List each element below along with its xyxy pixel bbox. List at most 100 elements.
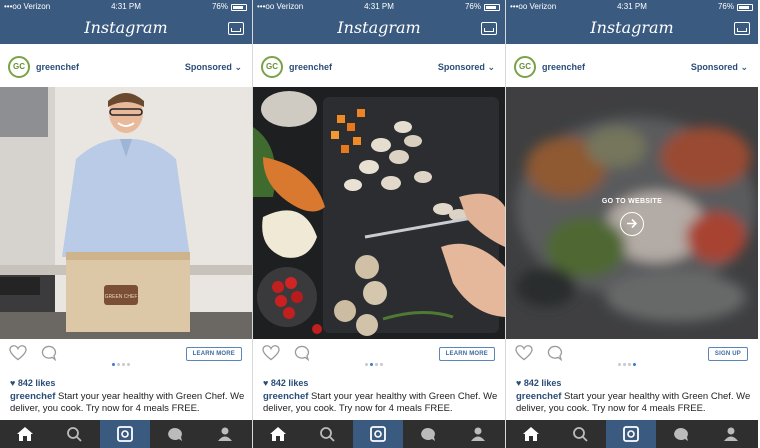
tab-search[interactable]	[303, 420, 353, 448]
search-icon	[320, 427, 335, 442]
post-caption: greenchef Start your year healthy with G…	[516, 391, 752, 415]
sponsored-dropdown[interactable]: Sponsored ⌄	[691, 62, 748, 73]
battery-percent: 76%	[464, 2, 481, 11]
post-actions: LEARN MORE	[253, 342, 505, 366]
status-bar: •••oo Verizon 4:31 PM 76%	[0, 0, 252, 14]
battery-icon	[484, 4, 500, 11]
tab-activity[interactable]	[403, 420, 453, 448]
app-title: Instagram	[84, 18, 168, 37]
sponsored-label: Sponsored	[437, 62, 485, 72]
heart-icon[interactable]	[262, 345, 280, 361]
nav-bar: Instagram	[253, 14, 505, 44]
camera-icon	[370, 426, 386, 442]
sponsored-label: Sponsored	[690, 62, 738, 72]
profile-icon	[471, 427, 485, 441]
tab-profile[interactable]	[706, 420, 756, 448]
tab-camera[interactable]	[353, 420, 403, 448]
sign-up-button[interactable]: SIGN UP	[707, 347, 748, 361]
profile-icon	[724, 427, 738, 441]
chevron-down-icon: ⌄	[740, 62, 748, 72]
activity-icon	[421, 428, 435, 441]
status-bar: •••oo Verizon 4:31 PM 76%	[506, 0, 758, 14]
tab-camera[interactable]	[100, 420, 150, 448]
like-count: ♥ 842 likes	[10, 378, 55, 388]
heart-icon[interactable]	[9, 345, 27, 361]
likes-text: 842 likes	[523, 378, 562, 388]
heart-small-icon: ♥	[263, 378, 269, 388]
inbox-icon[interactable]	[481, 22, 497, 35]
avatar[interactable]: GC	[514, 56, 536, 78]
comment-icon[interactable]	[293, 345, 310, 361]
post-header: GC greenchef Sponsored ⌄	[0, 54, 252, 82]
nav-bar: Instagram	[506, 14, 758, 44]
sponsored-dropdown[interactable]: Sponsored ⌄	[185, 62, 242, 73]
inbox-icon[interactable]	[734, 22, 750, 35]
post-username[interactable]: greenchef	[36, 62, 79, 72]
heart-icon[interactable]	[515, 345, 533, 361]
profile-icon	[218, 427, 232, 441]
go-to-website-label: GO TO WEBSITE	[601, 198, 663, 205]
arrow-right-icon[interactable]	[620, 212, 644, 236]
tab-activity[interactable]	[150, 420, 200, 448]
post-actions: LEARN MORE	[0, 342, 252, 366]
tab-home[interactable]	[253, 420, 303, 448]
home-icon	[17, 427, 33, 441]
activity-icon	[168, 428, 182, 441]
nav-bar: Instagram	[0, 14, 252, 44]
post-photo[interactable]: GO TO WEBSITE	[506, 87, 758, 339]
carousel-dots	[618, 353, 638, 371]
box-label: GREEN CHEF	[105, 294, 138, 300]
cutting-board-photo	[253, 87, 505, 339]
tab-profile[interactable]	[453, 420, 503, 448]
tab-bar	[253, 420, 505, 448]
status-bar: •••oo Verizon 4:31 PM 76%	[253, 0, 505, 14]
tab-bar	[506, 420, 758, 448]
post-photo[interactable]: GREEN CHEF	[0, 87, 252, 339]
post-photo[interactable]	[253, 87, 505, 339]
carousel-dots	[365, 353, 385, 371]
tab-profile[interactable]	[200, 420, 250, 448]
avatar[interactable]: GC	[8, 56, 30, 78]
inbox-icon[interactable]	[228, 22, 244, 35]
caption-username[interactable]: greenchef	[10, 391, 55, 402]
home-icon	[270, 427, 286, 441]
app-title: Instagram	[590, 18, 674, 37]
post-username[interactable]: greenchef	[289, 62, 332, 72]
avatar[interactable]: GC	[261, 56, 283, 78]
carousel-dots	[112, 353, 132, 371]
heart-small-icon: ♥	[516, 378, 522, 388]
caption-username[interactable]: greenchef	[516, 391, 561, 402]
tab-search[interactable]	[556, 420, 606, 448]
battery-icon	[231, 4, 247, 11]
learn-more-button[interactable]: LEARN MORE	[185, 347, 242, 361]
tab-bar	[0, 420, 252, 448]
chevron-down-icon: ⌄	[487, 62, 495, 72]
chef-photo: GREEN CHEF	[0, 87, 252, 339]
tab-activity[interactable]	[656, 420, 706, 448]
screen-2: •••oo Verizon 4:31 PM 76% Instagram GC g…	[253, 0, 505, 448]
tab-camera[interactable]	[606, 420, 656, 448]
learn-more-button[interactable]: LEARN MORE	[438, 347, 495, 361]
camera-icon	[623, 426, 639, 442]
sponsored-dropdown[interactable]: Sponsored ⌄	[438, 62, 495, 73]
likes-text: 842 likes	[17, 378, 56, 388]
camera-icon	[117, 426, 133, 442]
likes-text: 842 likes	[270, 378, 309, 388]
post-caption: greenchef Start your year healthy with G…	[10, 391, 246, 415]
tab-home[interactable]	[506, 420, 556, 448]
tab-home[interactable]	[0, 420, 50, 448]
home-icon	[523, 427, 539, 441]
post-header: GC greenchef Sponsored ⌄	[253, 54, 505, 82]
chevron-down-icon: ⌄	[234, 62, 242, 72]
battery-percent: 76%	[717, 2, 734, 11]
caption-username[interactable]: greenchef	[263, 391, 308, 402]
comment-icon[interactable]	[40, 345, 57, 361]
tab-search[interactable]	[50, 420, 100, 448]
post-header: GC greenchef Sponsored ⌄	[506, 54, 758, 82]
like-count: ♥ 842 likes	[516, 378, 561, 388]
comment-icon[interactable]	[546, 345, 563, 361]
like-count: ♥ 842 likes	[263, 378, 308, 388]
app-title: Instagram	[337, 18, 421, 37]
post-username[interactable]: greenchef	[542, 62, 585, 72]
battery-percent: 76%	[211, 2, 228, 11]
